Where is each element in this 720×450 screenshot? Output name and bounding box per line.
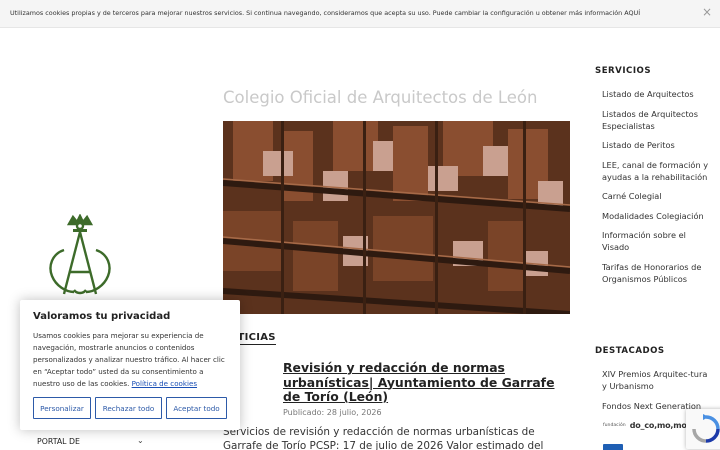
recaptcha-icon	[692, 414, 720, 443]
privacy-dialog: Valoramos tu privacidad Usamos cookies p…	[20, 300, 240, 430]
post-date: Publicado: 28 julio, 2026	[283, 408, 382, 417]
privacy-text: Usamos cookies para mejorar su experienc…	[33, 330, 231, 390]
sidebar-item-tarifas[interactable]: Tarifas de Honorarios de Organismos Públ…	[602, 261, 712, 285]
chevron-down-icon[interactable]: ⌄	[137, 436, 144, 445]
cookie-notice-message: Utilizamos cookies propias y de terceros…	[10, 9, 625, 17]
sidebar-item-carne-colegial[interactable]: Carné Colegial	[602, 190, 712, 202]
sidebar-item-arquitectos-especialistas[interactable]: Listados de Arquitectos Especialistas	[602, 108, 712, 132]
hero-image	[223, 121, 570, 314]
customize-button[interactable]: Personalizar	[33, 397, 91, 419]
site-title[interactable]: Colegio Oficial de Arquitectos de León	[223, 88, 537, 107]
cookie-policy-link[interactable]: Política de cookies	[132, 379, 197, 388]
sidebar-item-modalidades[interactable]: Modalidades Colegiación	[602, 210, 712, 222]
sponsor-logo-icon	[603, 444, 623, 450]
sidebar-heading-destacados: DESTACADOS	[595, 346, 665, 356]
sidebar-item-listado-peritos[interactable]: Listado de Peritos	[602, 139, 712, 151]
cookie-notice-bar: Utilizamos cookies propias y de terceros…	[0, 0, 720, 28]
privacy-title: Valoramos tu privacidad	[33, 311, 171, 322]
cookie-notice-text: Utilizamos cookies propias y de terceros…	[10, 9, 640, 17]
sidebar-heading-servicios: SERVICIOS	[595, 66, 652, 76]
site-logo[interactable]	[44, 213, 116, 298]
sidebar-item-lee[interactable]: LEE, canal de formación y ayudas a la re…	[602, 159, 712, 183]
coal-logo-icon	[49, 213, 111, 295]
servicios-list: Listado de Arquitectos Listados de Arqui…	[602, 88, 712, 292]
post-title-link[interactable]: Revisión y redacción de normas urbanísti…	[283, 360, 565, 405]
close-icon[interactable]: ×	[700, 5, 714, 19]
sidebar-item-listado-arquitectos[interactable]: Listado de Arquitectos	[602, 88, 712, 100]
cookie-notice-link[interactable]: AQUÍ	[624, 9, 640, 17]
reject-all-button[interactable]: Rechazar todo	[95, 397, 162, 419]
sidebar-item-visado[interactable]: Información sobre el Visado	[602, 229, 712, 253]
post-excerpt: Servicios de revisión y redacción de nor…	[223, 426, 544, 450]
docomomo-logo: do_co,mo,mo_	[629, 421, 691, 430]
recaptcha-badge[interactable]	[686, 409, 720, 449]
nexo-sponsor[interactable]	[603, 444, 623, 450]
accept-all-button[interactable]: Aceptar todo	[166, 397, 227, 419]
docomomo-sponsor[interactable]: fundación do_co,mo,mo_	[603, 421, 691, 430]
sidebar-item-premios[interactable]: XIV Premios Arquitec-tura y Urbanismo	[602, 368, 712, 392]
sponsor-small-label: fundación	[603, 423, 626, 428]
menu-item-portal[interactable]: PORTAL DE	[37, 437, 80, 446]
